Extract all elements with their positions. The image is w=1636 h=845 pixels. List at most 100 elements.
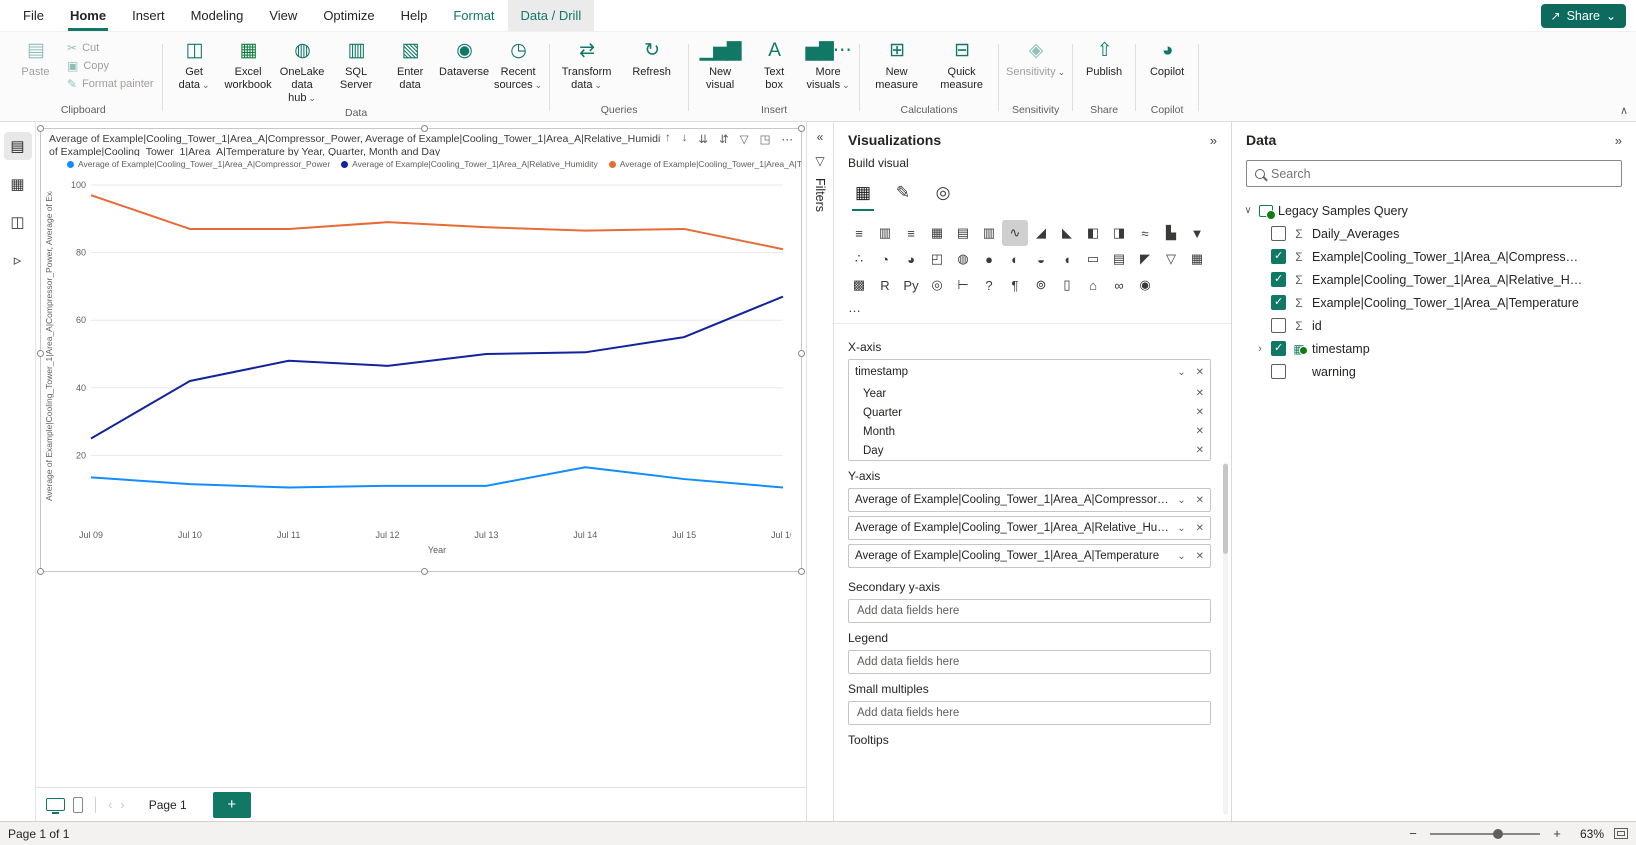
visual-type-button[interactable]: ⊢ bbox=[950, 272, 976, 298]
collapse-data-pane-button[interactable]: » bbox=[1615, 133, 1622, 148]
view-rail-button[interactable]: ▤ bbox=[4, 132, 32, 160]
field-pill[interactable]: Average of Example|Cooling_Tower_1|Area_… bbox=[848, 544, 1211, 568]
visual-type-button[interactable]: ◢ bbox=[1028, 220, 1054, 246]
field-row[interactable]: › id bbox=[1242, 314, 1628, 337]
hierarchy-level-item[interactable]: Month ✕ bbox=[849, 422, 1210, 441]
ribbon-button[interactable]: ▁▅▇ New visual⌄ bbox=[694, 34, 747, 93]
menu-tab[interactable]: Format bbox=[440, 0, 507, 31]
chevron-down-icon[interactable]: ⌄ bbox=[1171, 495, 1191, 506]
visual-type-button[interactable]: ◒ bbox=[1028, 246, 1054, 272]
view-rail-button[interactable]: ◫ bbox=[4, 208, 32, 236]
menu-tab[interactable]: Insert bbox=[119, 0, 178, 31]
menu-tab[interactable]: Data / Drill bbox=[508, 0, 595, 31]
field-checkbox[interactable] bbox=[1271, 295, 1286, 310]
add-data-fields-dropzone[interactable]: Add data fields here bbox=[848, 599, 1211, 623]
share-button[interactable]: ↗ Share ⌄ bbox=[1541, 4, 1626, 28]
resize-handle[interactable] bbox=[798, 125, 805, 132]
visual-type-button[interactable]: ◍ bbox=[950, 246, 976, 272]
previous-page-button[interactable]: ‹ bbox=[108, 797, 112, 812]
visual-type-button[interactable]: ▥ bbox=[872, 220, 898, 246]
visual-type-button[interactable]: ≡ bbox=[898, 220, 924, 246]
menu-tab[interactable]: Home bbox=[57, 0, 119, 31]
zoom-out-button[interactable]: − bbox=[1406, 826, 1420, 841]
ribbon-button[interactable]: A Text box⌄ bbox=[748, 34, 801, 93]
expand-filters-pane-button[interactable]: « bbox=[817, 130, 824, 144]
remove-field-icon[interactable]: ✕ bbox=[1192, 426, 1204, 437]
visual-type-button[interactable]: ◧ bbox=[1080, 220, 1106, 246]
legend-item[interactable]: Average of Example|Cooling_Tower_1|Area_… bbox=[67, 159, 330, 169]
drill-up-icon[interactable]: ↑ bbox=[665, 132, 671, 146]
collapse-ribbon-button[interactable]: ∧ bbox=[1620, 104, 1628, 117]
visual-type-button[interactable]: ▽ bbox=[1158, 246, 1184, 272]
menu-tab[interactable]: File bbox=[10, 0, 57, 31]
ribbon-button[interactable]: ◕ Copilot bbox=[1141, 34, 1194, 80]
focus-mode-icon[interactable]: ◳ bbox=[760, 132, 771, 146]
collapse-visualizations-pane-button[interactable]: » bbox=[1210, 133, 1217, 148]
chevron-down-icon[interactable]: ⌄ bbox=[1171, 523, 1191, 534]
resize-handle[interactable] bbox=[421, 568, 428, 575]
get-more-visuals-button[interactable]: … bbox=[834, 298, 1231, 324]
zoom-in-button[interactable]: + bbox=[1550, 826, 1564, 841]
ribbon-button[interactable]: ◷ Recent sources⌄ bbox=[492, 34, 545, 93]
format-painter-button[interactable]: ✎ Format painter bbox=[63, 76, 158, 92]
field-row[interactable]: › warning bbox=[1242, 360, 1628, 383]
field-row[interactable]: › Example|Cooling_Tower_1|Area_A|Relativ… bbox=[1242, 268, 1628, 291]
hierarchy-level-item[interactable]: Quarter ✕ bbox=[849, 403, 1210, 422]
panel-mode-button[interactable]: ▦ bbox=[848, 178, 878, 208]
zoom-slider[interactable] bbox=[1430, 833, 1540, 835]
report-canvas[interactable]: ↑ ↓ ⇊ ⇵ ▽ ◳ ⋯ Average of Exa bbox=[36, 122, 806, 821]
drill-down-icon[interactable]: ↓ bbox=[682, 132, 688, 146]
panel-mode-button[interactable]: ◎ bbox=[928, 178, 958, 208]
chevron-down-icon[interactable]: ⌄ bbox=[1171, 367, 1191, 378]
menu-tab[interactable]: Help bbox=[388, 0, 441, 31]
field-pill[interactable]: Average of Example|Cooling_Tower_1|Area_… bbox=[848, 488, 1211, 512]
visual-type-button[interactable]: ¶ bbox=[1002, 272, 1028, 298]
paste-button[interactable]: ▤ Paste bbox=[9, 34, 62, 80]
visual-type-button[interactable]: ▙ bbox=[1158, 220, 1184, 246]
visual-type-button[interactable]: ◣ bbox=[1054, 220, 1080, 246]
table-row-root[interactable]: ∨ Legacy Samples Query bbox=[1242, 199, 1628, 222]
cut-button[interactable]: ✂ Cut bbox=[63, 40, 158, 56]
ribbon-button[interactable]: ◈ Sensitivity⌄ bbox=[1004, 34, 1068, 80]
ribbon-button[interactable]: ▅▇⋯ More visuals⌄ bbox=[802, 34, 855, 93]
visual-type-button[interactable]: ◤ bbox=[1132, 246, 1158, 272]
visual-type-button[interactable]: ∞ bbox=[1106, 272, 1132, 298]
add-data-fields-dropzone[interactable]: Add data fields here bbox=[848, 701, 1211, 725]
filters-pane-label[interactable]: Filters bbox=[813, 178, 827, 212]
visual-type-button[interactable]: ∿ bbox=[1002, 220, 1028, 246]
remove-field-icon[interactable]: ✕ bbox=[1192, 388, 1204, 399]
hierarchy-level-item[interactable]: Year ✕ bbox=[849, 384, 1210, 403]
field-checkbox[interactable] bbox=[1271, 364, 1286, 379]
visual-type-button[interactable]: ● bbox=[976, 246, 1002, 272]
expand-field-icon[interactable]: › bbox=[1254, 343, 1266, 355]
visual-type-button[interactable]: ▥ bbox=[976, 220, 1002, 246]
collapse-table-icon[interactable]: ∨ bbox=[1242, 205, 1254, 216]
field-checkbox[interactable] bbox=[1271, 318, 1286, 333]
next-page-button[interactable]: › bbox=[120, 797, 124, 812]
visual-type-button[interactable]: ▯ bbox=[1054, 272, 1080, 298]
menu-tab[interactable]: Optimize bbox=[310, 0, 387, 31]
ribbon-button[interactable]: ◍ OneLake data hub⌄ bbox=[276, 34, 329, 106]
visual-type-button[interactable]: ◐ bbox=[1002, 246, 1028, 272]
visual-type-button[interactable]: ≈ bbox=[1132, 220, 1158, 246]
remove-field-icon[interactable]: ✕ bbox=[1192, 495, 1204, 506]
visual-type-button[interactable]: ▦ bbox=[924, 220, 950, 246]
ribbon-button[interactable]: ↻ Refresh⌄ bbox=[620, 34, 684, 80]
field-row[interactable]: › Example|Cooling_Tower_1|Area_A|Compres… bbox=[1242, 245, 1628, 268]
remove-field-icon[interactable]: ✕ bbox=[1192, 367, 1204, 378]
visual-type-button[interactable]: ? bbox=[976, 272, 1002, 298]
ribbon-button[interactable]: ⊟ Quick measure⌄ bbox=[930, 34, 994, 93]
ribbon-button[interactable]: ◉ Dataverse⌄ bbox=[438, 34, 491, 80]
visual-type-button[interactable]: Py bbox=[898, 272, 924, 298]
resize-handle[interactable] bbox=[798, 568, 805, 575]
fit-to-page-icon[interactable] bbox=[1614, 828, 1628, 839]
ribbon-button[interactable]: ▥ SQL Server⌄ bbox=[330, 34, 383, 93]
visual-type-button[interactable]: ▤ bbox=[950, 220, 976, 246]
hierarchy-level-item[interactable]: Day ✕ bbox=[849, 441, 1210, 460]
visual-type-button[interactable]: ◕ bbox=[898, 246, 924, 272]
ribbon-button[interactable]: ⇧ Publish bbox=[1078, 34, 1131, 80]
field-checkbox[interactable] bbox=[1271, 272, 1286, 287]
line-chart-visual[interactable]: ↑ ↓ ⇊ ⇵ ▽ ◳ ⋯ Average of Exa bbox=[40, 128, 802, 572]
visual-type-button[interactable]: ≡ bbox=[846, 220, 872, 246]
remove-field-icon[interactable]: ✕ bbox=[1192, 523, 1204, 534]
